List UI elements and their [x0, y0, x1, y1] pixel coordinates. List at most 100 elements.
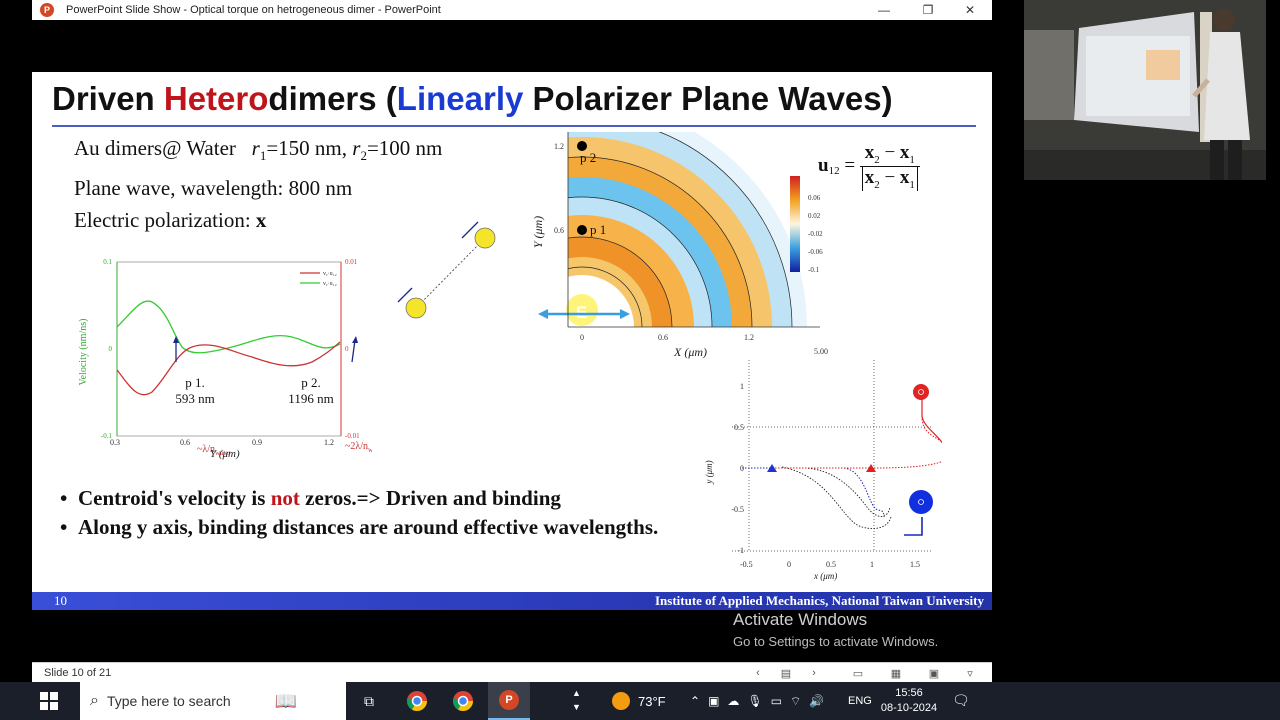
polarization-label: Electric polarization: — [74, 208, 256, 233]
notes-icon[interactable]: ▤ — [778, 666, 794, 680]
taskbar-scroll-arrows[interactable]: ▲ ▼ — [572, 686, 581, 714]
powerpoint-logo-icon: P — [40, 3, 54, 17]
blue-trajectory-solid — [904, 517, 923, 536]
velocity-xlabel: Y (μm) — [210, 448, 240, 460]
red-trajectory-solid — [921, 397, 942, 444]
previous-slide-icon[interactable]: ‹ — [750, 666, 766, 680]
clock[interactable]: 15:56 08-10-2024 — [880, 686, 938, 716]
blue-particle — [909, 490, 933, 514]
minimize-button[interactable]: — — [864, 0, 904, 20]
p1-annotation: p 1. 593 nm — [160, 375, 230, 407]
network-icon[interactable]: ▣ — [708, 694, 719, 708]
powerpoint-titlebar: P PowerPoint Slide Show - Optical torque… — [32, 0, 992, 20]
traj-x-tick-1: -0.5 — [740, 560, 753, 569]
velocity-ylabel: Velocity (nm/ns) — [78, 319, 89, 386]
legend-red-label: vᵧ·u₁₂ — [323, 271, 337, 277]
right-tick-1: 0.01 — [345, 258, 358, 266]
taskbar-search-box[interactable]: ⌕ Type here to search 📖 — [80, 682, 346, 720]
map-p2-label: p 2 — [580, 150, 596, 165]
info-line-2: Plane wave, wavelength: 800 nm — [74, 176, 353, 201]
red-particle — [913, 384, 929, 400]
normal-view-icon[interactable]: ▭ — [850, 666, 866, 680]
p2-approx: ~2λ/nwater — [345, 441, 372, 454]
show-hidden-icon[interactable]: ⌃ — [690, 694, 700, 708]
task-view-icon[interactable]: ⧉ — [348, 682, 390, 720]
right-tick-3: -0.01 — [345, 432, 360, 440]
powerpoint-taskbar-icon[interactable]: P — [488, 682, 530, 720]
slide-title: Driven Heterodimers (Linearly Polarizer … — [52, 80, 893, 118]
p2-arrow — [351, 339, 356, 363]
search-highlight-icon: 📖 — [274, 690, 298, 711]
E-label: E — [576, 303, 587, 322]
title-part-2: Hetero — [163, 80, 269, 117]
microphone-icon[interactable]: 🎙 — [747, 694, 762, 708]
polarization-arrow-left — [538, 309, 548, 319]
green-velocity-curve — [116, 300, 341, 354]
map-x-tick-3: 1.2 — [744, 333, 754, 342]
p1-label: p 1. — [185, 375, 205, 390]
time-label: 5.00 ns — [814, 347, 830, 356]
slide-footer: 10 Institute of Applied Mechanics, Natio… — [32, 592, 992, 610]
volume-icon[interactable]: 🔊 — [809, 694, 824, 708]
particle-1-arrow-a — [403, 287, 413, 297]
u12-equation: u 12 = x2 − x1 x2 − x1 — [818, 142, 920, 191]
windows-start-icon[interactable] — [40, 692, 58, 710]
chrome-icon[interactable] — [396, 682, 438, 720]
bullet-list: • Centroid's velocity is not zeros.=> Dr… — [60, 484, 680, 542]
powerpoint-icon: P — [499, 690, 519, 710]
weather-widget[interactable]: 73°F — [612, 682, 666, 720]
info-material: Au dimers@ Water — [74, 136, 252, 160]
eq-denominator: x2 − x1 — [861, 166, 918, 191]
r2-value: =100 nm — [366, 136, 443, 160]
bullet-1-pre: Centroid's velocity is — [78, 486, 271, 510]
map-x-tick-2: 0.6 — [658, 333, 668, 342]
weather-icon — [612, 692, 630, 710]
cloud-icon[interactable]: ☁ — [727, 694, 739, 708]
legend-green-label: vᵧ·u₁₂ — [323, 281, 337, 287]
p2-value: 1196 nm — [288, 391, 334, 406]
bullet-1-highlight: not — [270, 486, 300, 510]
slide-show-area[interactable]: Driven Heterodimers (Linearly Polarizer … — [32, 20, 992, 662]
velocity-x-tick-2: 0.6 — [180, 438, 190, 447]
red-trajectory-dotted — [772, 397, 942, 469]
eq-equals: = — [839, 155, 860, 177]
reading-view-icon[interactable]: ▣ — [926, 666, 942, 680]
p2-annotation: p 2. 1196 nm — [276, 375, 346, 407]
traj-y-tick-5: -1 — [737, 546, 744, 555]
slide-sorter-icon[interactable]: ▦ — [888, 666, 904, 680]
title-part-3: dimers ( — [268, 80, 397, 117]
restore-button[interactable]: ❐ — [908, 0, 948, 20]
p2-arrowhead — [352, 336, 358, 343]
language-indicator[interactable]: ENG — [848, 682, 872, 720]
eq-den-b-sub: 1 — [909, 178, 915, 191]
info-line-3: Electric polarization: x — [74, 204, 442, 236]
chrome-icon-2[interactable] — [442, 682, 484, 720]
search-placeholder: Type here to search — [106, 693, 231, 709]
battery-icon[interactable]: ▭ — [771, 694, 782, 708]
bullet-1: • Centroid's velocity is not zeros.=> Dr… — [60, 484, 680, 513]
p2-water-sub: water — [368, 446, 372, 454]
eq-num-minus: − — [879, 142, 900, 163]
velocity-x-tick-3: 0.9 — [252, 438, 262, 447]
p2-label: p 2. — [301, 375, 321, 390]
slide-counter: Slide 10 of 21 — [44, 667, 112, 679]
p1-marker — [577, 225, 587, 235]
map-y-tick-2: 0.6 — [554, 226, 564, 235]
left-tick-1: 0.1 — [103, 258, 112, 266]
close-button[interactable]: ✕ — [950, 0, 990, 20]
eq-lhs: u — [818, 155, 829, 177]
bullet-2-text: Along y axis, binding distances are arou… — [78, 515, 659, 539]
left-tick-2: 0 — [109, 345, 113, 353]
particle-2-arrow-a — [467, 221, 479, 233]
window-title: PowerPoint Slide Show - Optical torque o… — [66, 4, 441, 16]
wifi-icon[interactable]: ⌔ — [790, 694, 801, 709]
next-slide-icon[interactable]: › — [806, 666, 822, 680]
slideshow-icon[interactable]: ▿ — [962, 666, 978, 680]
bullet-dot-2: • — [60, 515, 68, 539]
activate-subtitle: Go to Settings to activate Windows. — [733, 634, 939, 649]
particle-2 — [474, 227, 496, 249]
notification-icon[interactable]: 🗨 — [952, 692, 970, 709]
dimer-sketch — [397, 221, 496, 319]
slide[interactable]: Driven Heterodimers (Linearly Polarizer … — [32, 72, 992, 610]
traj-x-tick-5: 1.5 — [910, 560, 920, 569]
